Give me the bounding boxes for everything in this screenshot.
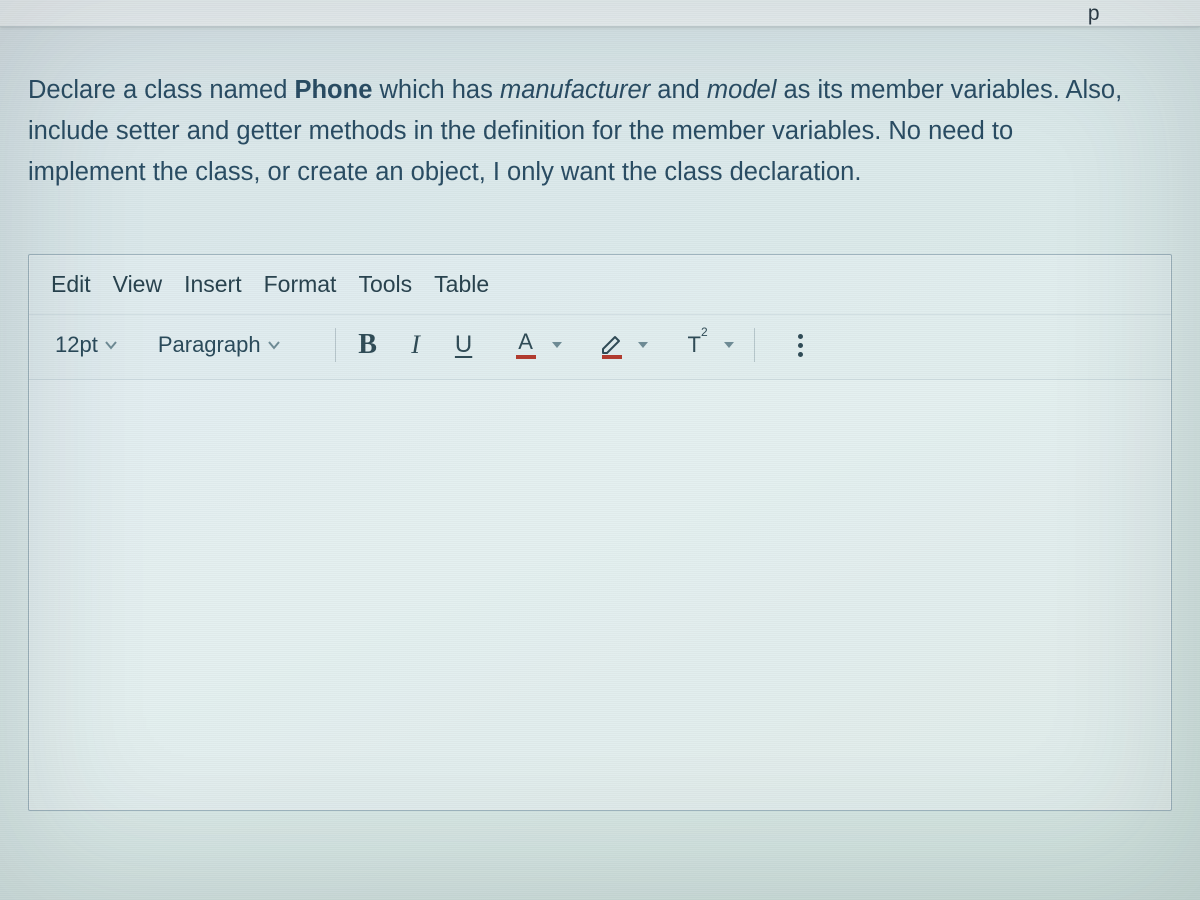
italic-icon: I — [411, 330, 420, 360]
menu-tools[interactable]: Tools — [358, 271, 412, 298]
chrome-text-fragment: p — [1088, 2, 1100, 26]
chevron-down-icon — [267, 338, 281, 352]
highlight-swatch — [602, 355, 622, 359]
editor-menubar: Edit View Insert Format Tools Table — [29, 255, 1171, 314]
menu-table[interactable]: Table — [434, 271, 489, 298]
menu-edit[interactable]: Edit — [51, 271, 91, 298]
menu-format[interactable]: Format — [264, 271, 337, 298]
prompt-var-model: model — [707, 76, 776, 104]
text-color-button[interactable]: A — [504, 325, 558, 365]
question-container: Declare a class named Phone which has ma… — [0, 40, 1200, 900]
prompt-classname: Phone — [294, 76, 372, 104]
prompt-text: which has — [372, 76, 500, 104]
italic-button[interactable]: I — [394, 325, 438, 365]
chevron-down-icon — [104, 338, 118, 352]
font-size-dropdown[interactable]: 12pt — [51, 330, 122, 360]
editor-toolbar: 12pt Paragraph B I U — [29, 314, 1171, 379]
prompt-text: and — [650, 76, 707, 104]
more-vertical-icon — [798, 334, 803, 357]
question-prompt: Declare a class named Phone which has ma… — [28, 70, 1128, 192]
underline-icon: U — [455, 331, 472, 359]
superscript-icon: T2 — [688, 332, 708, 358]
menu-insert[interactable]: Insert — [184, 271, 242, 298]
highlighter-icon — [599, 331, 625, 359]
font-size-label: 12pt — [55, 332, 98, 358]
text-color-swatch — [516, 355, 536, 359]
block-format-dropdown[interactable]: Paragraph — [154, 330, 285, 360]
text-color-letter: A — [518, 331, 533, 353]
toolbar-separator — [754, 328, 755, 362]
editor-content-area[interactable] — [29, 379, 1171, 810]
rich-text-editor: Edit View Insert Format Tools Table 12pt… — [28, 254, 1172, 811]
superscript-button[interactable]: T2 — [676, 325, 730, 365]
more-options-button[interactable] — [779, 325, 823, 365]
prompt-var-manufacturer: manufacturer — [500, 76, 650, 104]
highlight-color-button[interactable] — [590, 325, 644, 365]
underline-button[interactable]: U — [442, 325, 486, 365]
block-format-label: Paragraph — [158, 332, 261, 358]
prompt-text: Declare a class named — [28, 76, 294, 104]
menu-view[interactable]: View — [113, 271, 162, 298]
bold-button[interactable]: B — [346, 325, 390, 365]
bold-icon: B — [358, 329, 377, 361]
window-chrome-fragment: p — [0, 0, 1200, 27]
toolbar-separator — [335, 328, 336, 362]
text-color-icon: A — [516, 331, 536, 359]
